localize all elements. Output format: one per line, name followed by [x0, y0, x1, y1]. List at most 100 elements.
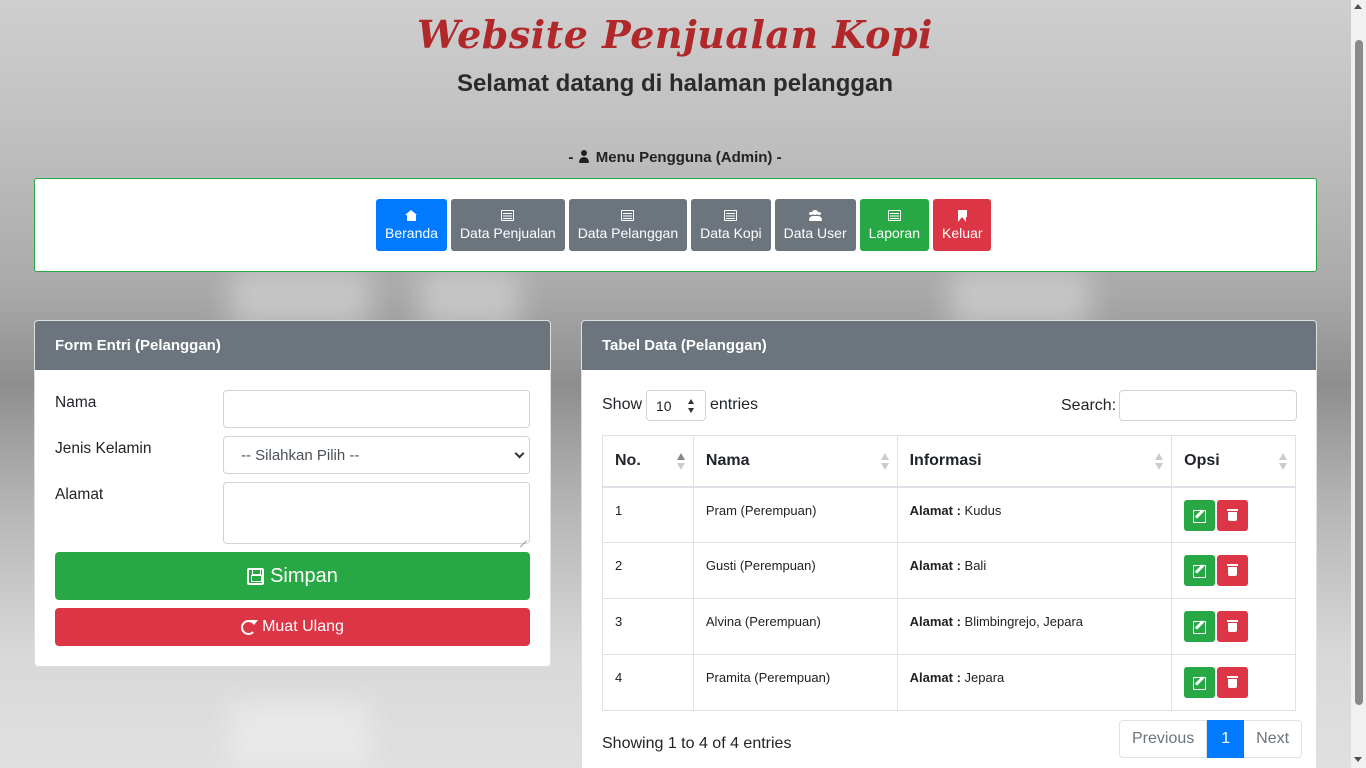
cell-informasi: Alamat : Kudus — [896, 486, 1173, 543]
refresh-icon — [241, 619, 259, 635]
sort-icon — [676, 453, 686, 470]
menu-caption-text: Menu Pengguna (Admin) - — [595, 149, 782, 166]
menu-button-data-kopi[interactable]: Data Kopi — [691, 199, 771, 251]
menu-button-data-penjualan[interactable]: Data Penjualan — [450, 199, 565, 251]
nama-label: Nama — [55, 394, 97, 411]
jenis-kelamin-selected: -- Silahkan Pilih -- — [241, 446, 360, 464]
edit-button[interactable] — [1184, 611, 1216, 642]
search-label: Search: — [1061, 397, 1117, 414]
entries-label: entries — [710, 396, 759, 413]
menu-button-laporan[interactable]: Laporan — [859, 199, 930, 251]
column-header-opsi[interactable]: Opsi — [1171, 435, 1296, 488]
form-card-title: Form Entri (Pelanggan) — [35, 321, 550, 370]
cell-no: 1 — [602, 486, 694, 543]
entries-length-select[interactable]: 10 — [646, 390, 706, 421]
cell-nama: Pram (Perempuan) — [692, 486, 898, 543]
scroll-down-arrow-icon[interactable] — [1354, 757, 1362, 762]
delete-button[interactable] — [1217, 667, 1249, 698]
alamat-label: Alamat — [55, 486, 104, 503]
table-header-row: No. Nama Informasi Opsi — [602, 435, 1296, 488]
column-header-label: Opsi — [1184, 451, 1220, 469]
home-icon — [404, 209, 418, 221]
list-icon — [724, 209, 738, 221]
page-subtitle: Selamat datang di halaman pelanggan — [456, 70, 894, 97]
cell-opsi — [1171, 654, 1296, 711]
menu-button-label: Data Penjualan — [459, 224, 556, 241]
page-scrollbar[interactable] — [1351, 0, 1366, 768]
alamat-key: Alamat : — [909, 670, 961, 685]
site-title: Website Penjualan Kopi — [417, 12, 933, 57]
alamat-value: Jepara — [964, 670, 1005, 685]
scroll-thumb[interactable] — [1355, 40, 1363, 705]
alamat-key: Alamat : — [909, 502, 961, 518]
menu-button-data-user[interactable]: Data User — [774, 199, 856, 251]
delete-button[interactable] — [1217, 611, 1249, 642]
column-header-no[interactable]: No. — [602, 435, 694, 488]
table-row: 2 Gusti (Perempuan) Alamat : Bali — [602, 542, 1296, 599]
cell-no: 4 — [602, 654, 694, 711]
pagination: Previous 1 Next — [1119, 720, 1303, 758]
table-card: Tabel Data (Pelanggan) Show 10 entries S… — [581, 320, 1317, 768]
alamat-value: Blimbingrejo, Jepara — [964, 614, 1084, 629]
cell-informasi: Alamat : Blimbingrejo, Jepara — [896, 598, 1173, 655]
edit-button[interactable] — [1184, 555, 1216, 586]
menu-button-label: Data Kopi — [700, 224, 762, 241]
reload-button-label: Muat Ulang — [262, 618, 344, 635]
jenis-kelamin-label: Jenis Kelamin — [55, 440, 152, 457]
form-card: Form Entri (Pelanggan) Nama Jenis Kelami… — [34, 320, 551, 667]
entries-length-value: 10 — [656, 397, 672, 414]
list-icon — [887, 209, 901, 221]
reload-button[interactable]: Muat Ulang — [55, 608, 530, 646]
table-info: Showing 1 to 4 of 4 entries — [602, 735, 792, 752]
menu-button-label: Laporan — [868, 224, 921, 241]
column-header-nama[interactable]: Nama — [692, 435, 898, 488]
menu-caption-prefix: - — [568, 149, 578, 166]
cell-nama: Alvina (Perempuan) — [692, 598, 898, 655]
cell-informasi: Alamat : Bali — [896, 542, 1173, 599]
table-card-title: Tabel Data (Pelanggan) — [582, 321, 1316, 370]
user-icon — [578, 150, 590, 163]
scroll-up-arrow-icon[interactable] — [1354, 4, 1362, 9]
up-down-arrows-icon — [688, 399, 695, 413]
menu-button-data-pelanggan[interactable]: Data Pelanggan — [568, 199, 688, 251]
cell-opsi — [1171, 486, 1296, 543]
chevron-down-icon — [514, 448, 525, 459]
menu-button-label: Keluar — [942, 224, 983, 241]
cell-opsi — [1171, 542, 1296, 599]
pagination-previous[interactable]: Previous — [1119, 720, 1208, 758]
menu-button-label: Data Pelanggan — [577, 224, 679, 241]
pagination-next[interactable]: Next — [1244, 720, 1303, 758]
menu-button-beranda[interactable]: Beranda — [376, 199, 447, 251]
alamat-value: Kudus — [964, 502, 1002, 518]
menu-button-keluar[interactable]: Keluar — [933, 199, 992, 251]
column-header-label: No. — [615, 451, 641, 469]
resize-grip-icon[interactable] — [520, 534, 527, 541]
menu-button-group: Beranda Data Penjualan Data Pelanggan Da… — [376, 199, 992, 251]
sort-icon — [1279, 453, 1288, 470]
save-button[interactable]: Simpan — [55, 552, 530, 600]
cell-nama: Pramita (Perempuan) — [692, 654, 898, 711]
delete-button[interactable] — [1217, 555, 1249, 586]
menu-panel: Beranda Data Penjualan Data Pelanggan Da… — [34, 178, 1317, 272]
menu-caption: - Menu Pengguna (Admin) - — [0, 149, 1350, 166]
cell-informasi: Alamat : Jepara — [896, 654, 1173, 711]
delete-button[interactable] — [1217, 499, 1249, 531]
list-icon — [501, 209, 515, 221]
column-header-informasi[interactable]: Informasi — [896, 435, 1173, 488]
sort-icon — [1155, 453, 1164, 470]
alamat-textarea[interactable] — [223, 482, 530, 544]
column-header-label: Nama — [705, 451, 750, 469]
bookmark-icon — [957, 209, 967, 222]
search-input[interactable] — [1119, 390, 1297, 421]
edit-button[interactable] — [1184, 667, 1216, 698]
alamat-value: Bali — [964, 558, 987, 573]
pagination-page-1[interactable]: 1 — [1207, 720, 1245, 758]
table-row: 4 Pramita (Perempuan) Alamat : Jepara — [602, 654, 1296, 711]
cell-opsi — [1171, 598, 1296, 655]
jenis-kelamin-select[interactable]: -- Silahkan Pilih -- — [223, 436, 530, 474]
sort-icon — [880, 453, 890, 470]
alamat-key: Alamat : — [909, 614, 961, 629]
table-row: 1 Pram (Perempuan) Alamat : Kudus — [602, 486, 1296, 543]
nama-input[interactable] — [223, 390, 530, 428]
edit-button[interactable] — [1184, 499, 1216, 531]
